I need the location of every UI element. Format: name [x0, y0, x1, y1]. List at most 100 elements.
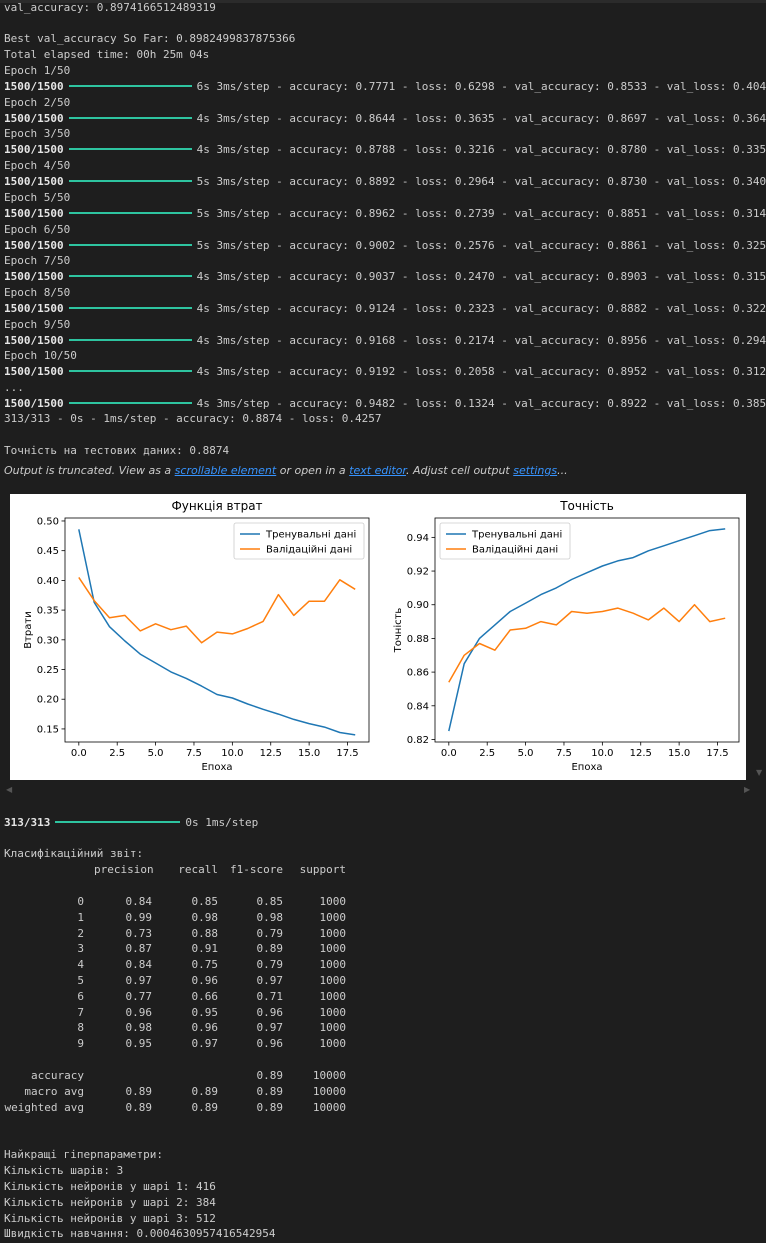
report-macro-row-cell: 10000: [312, 1085, 346, 1098]
step-count: 1500/1500: [4, 143, 64, 157]
chart-title: Точність: [559, 499, 614, 513]
ellipsis-line: ...: [4, 381, 24, 394]
report-row-cell: 0.95: [191, 1005, 219, 1019]
report-row-cell: 0.79: [256, 958, 284, 972]
epoch-metrics: 6s 3ms/step - accuracy: 0.7771 - loss: 0…: [196, 80, 766, 93]
y-tick-label: 0.40: [37, 576, 59, 587]
progress-bar: [68, 338, 192, 341]
epoch-metrics: 5s 3ms/step - accuracy: 0.8962 - loss: 0…: [196, 206, 766, 220]
report-row-cell: 0.97: [256, 974, 284, 987]
report-row-cell: 0: [77, 895, 84, 908]
legend-label: Тренувальні дані: [265, 529, 356, 541]
best-val-accuracy-line: Best val_accuracy So Far: 0.898249983787…: [4, 32, 296, 45]
scroll-down-arrow-icon[interactable]: ▼: [756, 768, 762, 777]
report-row-cell: 0.97: [125, 974, 153, 987]
report-accuracy-row-cell: accuracy: [31, 1069, 84, 1082]
y-tick-label: 0.15: [37, 724, 59, 735]
x-tick-label: 12.5: [630, 748, 652, 759]
report-row-cell: 0.66: [191, 989, 219, 1003]
step-count: 1500/1500: [4, 333, 64, 347]
step-count: 1500/1500: [4, 365, 64, 379]
truncation-prefix: Output is truncated. View as a: [4, 464, 175, 477]
report-weighted-row-cell: 0.89: [125, 1101, 153, 1114]
epoch-progress-line: 1500/1500 4s 3ms/step - accuracy: 0.9192 …: [4, 364, 766, 380]
y-tick-label: 0.86: [407, 668, 429, 679]
y-axis-label: Точність: [392, 608, 404, 654]
report-accuracy-row-cell: 10000: [312, 1069, 346, 1082]
progress-bar: [68, 243, 192, 246]
report-macro-row-cell: 0.89: [191, 1085, 219, 1098]
report-row-cell: 0.97: [191, 1037, 219, 1051]
elapsed-time-line: Total elapsed time: 00h 25m 04s: [4, 48, 210, 61]
report-row-cell: 0.87: [125, 942, 153, 956]
progress-bar: [68, 85, 192, 87]
step-count: 1500/1500: [4, 270, 64, 284]
report-row-cell: 7: [77, 1005, 84, 1019]
y-axis-label: Втрати: [23, 611, 34, 649]
report-macro-row-cell: macro avg: [24, 1085, 84, 1098]
y-tick-label: 0.50: [37, 516, 59, 527]
report-row-cell: 0.75: [191, 958, 219, 972]
x-tick-label: 2.5: [109, 748, 125, 759]
plot-figure: Функція втрат 0.0 2.5 5.0 7.5 10.0 12.5 15.0 17.…: [10, 494, 746, 780]
report-row-cell: 1000: [319, 974, 347, 987]
horizontal-scrollbar[interactable]: ◀ ▶: [0, 785, 766, 799]
hyper-neurons-3: Кількість нейронів у шарі 3: 512: [4, 1212, 216, 1225]
chart-title: Функція втрат: [171, 499, 262, 513]
epoch-metrics: 5s 3ms/step - accuracy: 0.9002 - loss: 0…: [196, 238, 766, 252]
progress-bar: [68, 275, 192, 278]
epoch-progress-line: 1500/1500 4s 3ms/step - accuracy: 0.8788 …: [4, 142, 766, 158]
report-weighted-row-cell: 10000: [312, 1101, 346, 1114]
test-accuracy-line: Точність на тестових даних: 0.8874: [4, 444, 230, 457]
y-tick-label: 0.92: [407, 567, 429, 578]
y-tick-label: 0.45: [37, 546, 59, 557]
report-row-cell: 1000: [319, 942, 347, 956]
hyper-neurons-2: Кількість нейронів у шарі 2: 384: [4, 1196, 216, 1209]
step-count: 1500/1500: [4, 238, 64, 252]
report-row-cell: 0.97: [256, 1021, 284, 1035]
report-row-cell: 0.84: [125, 958, 153, 972]
legend-label: Валідаційні дані: [472, 544, 558, 556]
report-row-cell: 0.96: [256, 1005, 284, 1019]
hyper-title: Найкращі гіперпараметри:: [4, 1148, 163, 1161]
progress-bar: [68, 180, 192, 183]
scrollable-element-link[interactable]: scrollable element: [175, 464, 277, 477]
step-count: 1500/1500: [4, 80, 64, 93]
final-epoch-metrics: 4s 3ms/step - accuracy: 0.9482 - loss: 0…: [196, 397, 766, 410]
y-tick-label: 0.90: [407, 600, 429, 611]
report-row-cell: 1000: [319, 958, 347, 972]
epoch-metrics: 4s 3ms/step - accuracy: 0.9037 - loss: 0…: [196, 270, 766, 284]
report-row-cell: 0.95: [125, 1037, 153, 1051]
hyper-layers: Кількість шарів: 3: [4, 1164, 124, 1177]
report-header-row-cell: f1-score: [230, 863, 283, 876]
progress-bar: [68, 370, 192, 373]
epoch-header: Epoch 4/50: [4, 159, 71, 173]
truncation-middle: or open in a: [276, 464, 350, 477]
x-tick-label: 0.0: [441, 748, 457, 759]
report-row-cell: 0.96: [191, 974, 219, 987]
report-header-row-cell: support: [299, 863, 346, 876]
predict-step-time: 0s 1ms/step: [185, 816, 259, 829]
y-tick-label: 0.84: [407, 701, 429, 712]
text-editor-link[interactable]: text editor: [349, 464, 406, 477]
report-row-cell: 8: [77, 1021, 84, 1035]
epoch-progress-line: 1500/1500 4s 3ms/step - accuracy: 0.9168 …: [4, 333, 766, 349]
report-row-cell: 1: [77, 910, 84, 924]
report-row-cell: 1000: [319, 910, 347, 924]
scroll-left-arrow-icon[interactable]: ◀: [6, 785, 12, 794]
epoch-metrics: 4s 3ms/step - accuracy: 0.9192 - loss: 0…: [196, 365, 766, 379]
report-row-cell: 3: [77, 942, 84, 956]
report-macro-row-cell: 0.89: [256, 1085, 284, 1098]
report-row-cell: 0.91: [191, 942, 219, 956]
report-row-cell: 1000: [319, 1021, 347, 1035]
report-weighted-row-cell: 0.89: [256, 1101, 284, 1114]
progress-bar: [68, 402, 192, 404]
scroll-right-arrow-icon[interactable]: ▶: [744, 785, 750, 794]
x-tick-label: 15.0: [668, 748, 690, 759]
epoch-progress-line: 1500/1500 4s 3ms/step - accuracy: 0.8644 …: [4, 111, 766, 127]
val-accuracy-line: val_accuracy: 0.8974166512489319: [4, 1, 216, 14]
report-weighted-row-cell: 0.89: [191, 1101, 219, 1114]
epoch-header: Epoch 6/50: [4, 222, 71, 236]
settings-link[interactable]: settings: [513, 464, 557, 477]
report-row-cell: 0.96: [256, 1037, 284, 1051]
